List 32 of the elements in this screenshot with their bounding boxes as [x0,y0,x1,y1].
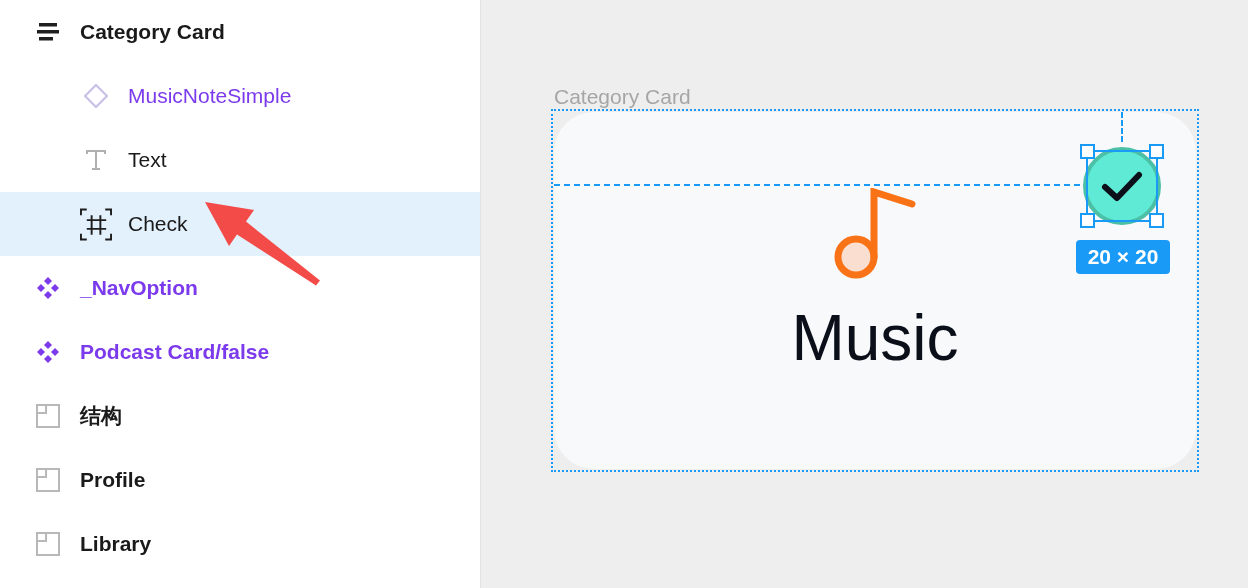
music-note-icon [834,188,916,280]
layer-row[interactable]: Profile [0,448,480,512]
layer-row[interactable]: Podcast Card/false [0,320,480,384]
guide-line [1121,112,1123,142]
layer-label: Profile [80,467,146,494]
layer-label: Podcast Card/false [80,339,270,366]
text-icon [85,149,107,171]
layer-row[interactable]: Category Card [0,0,480,64]
board-icon [36,532,60,556]
layer-label: MusicNoteSimple [128,83,292,110]
layer-row[interactable]: Text [0,128,480,192]
layer-row[interactable]: MusicNoteSimple [0,64,480,128]
layer-label: Text [128,147,167,174]
layer-row[interactable]: Library [0,512,480,576]
size-badge: 20 × 20 [1076,240,1170,274]
layer-label: Library [80,531,152,558]
layer-label: Category Card [80,19,225,46]
components-icon [36,340,60,364]
layer-row[interactable]: _NavOption [0,256,480,320]
board-icon [36,468,60,492]
stack-icon [37,22,59,42]
layer-label: _NavOption [80,275,198,302]
layer-row[interactable]: Check [0,192,480,256]
layer-label: Check [128,211,188,238]
board-icon [36,404,60,428]
diamond-icon [83,83,109,109]
card-title: Music [791,302,959,374]
layer-label: 结构 [80,403,122,430]
frame-icon [80,207,112,241]
layer-row[interactable]: 结构 [0,384,480,448]
components-icon [36,276,60,300]
frame-label: Category Card [554,84,691,110]
